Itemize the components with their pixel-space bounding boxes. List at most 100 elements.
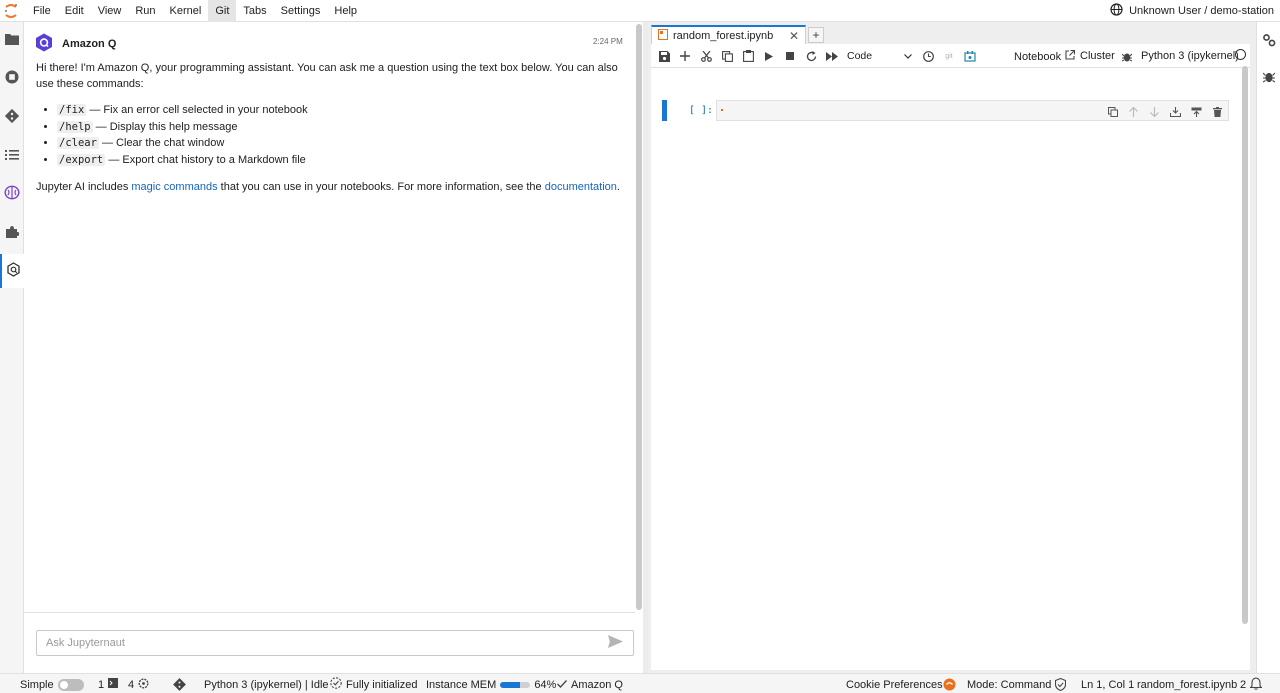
menu-run[interactable]: Run [128,0,162,22]
clock-icon[interactable] [920,48,936,64]
save-icon[interactable] [656,48,672,64]
new-tab-button[interactable]: + [808,27,824,43]
chat-panel: Amazon Q 2:24 PM Hi there! I'm Amazon Q,… [24,22,635,673]
menu-tabs[interactable]: Tabs [236,0,273,22]
magic-commands-link[interactable]: magic commands [131,181,217,193]
list-icon [5,149,19,164]
amazon-q-tab[interactable] [0,254,24,288]
simple-mode-toggle[interactable]: Simple [20,678,84,691]
footer-mid: that you can use in your notebooks. For … [217,181,545,193]
tab-random-forest[interactable]: random_forest.ipynb ✕ [651,25,806,45]
notebook-area: random_forest.ipynb ✕ + Code git Noteboo… [648,22,1280,673]
debugger-tab[interactable] [1261,70,1277,86]
chat-message-header: Amazon Q [35,33,116,55]
notif-count: 2 [1240,678,1247,691]
code-cell[interactable]: [ ]: [651,77,1250,121]
extension-manager-tab[interactable] [0,216,24,250]
notebook-trust-icon[interactable] [943,678,956,691]
amazon-q-status[interactable]: Amazon Q [557,678,623,691]
copy-icon[interactable] [719,48,735,64]
cell-type-select[interactable]: Code [847,48,912,64]
command-item: /export — Export chat history to a Markd… [57,152,626,169]
kernel-name-button[interactable]: Python 3 (ipykernel) [1141,50,1239,62]
menu-file[interactable]: File [26,0,58,22]
kernels-count: 4 [128,678,135,691]
file-browser-tab[interactable] [0,23,24,57]
puzzle-icon [5,225,20,242]
amazon-q-icon [6,262,21,280]
gears-icon [1262,33,1276,50]
notebook-body: Code git Notebook Cluster Python 3 (ipyk… [651,44,1250,670]
command-name: /clear [57,137,99,149]
documentation-link[interactable]: documentation [545,181,617,193]
chat-message-body: Hi there! I'm Amazon Q, your programming… [36,60,626,195]
toggle-switch[interactable] [57,678,84,691]
terminals-indicator[interactable]: 1 [98,678,119,691]
notebook-link[interactable]: Notebook [1014,49,1076,63]
command-desc: — Export chat history to a Markdown file [108,153,306,166]
memory-bar [500,681,531,688]
cookie-preferences-link[interactable]: Cookie Preferences [846,678,943,691]
run-icon[interactable] [761,48,777,64]
cluster-button[interactable]: Cluster [1080,50,1115,62]
kernel-status-icon [1235,49,1246,60]
send-icon[interactable] [608,635,624,651]
paste-icon[interactable] [740,48,756,64]
chat-input[interactable] [36,630,634,656]
git-tab[interactable] [0,100,24,134]
command-name: /fix [57,104,87,116]
kernel-status[interactable]: Python 3 (ipykernel) | Idle [204,678,329,691]
cell-type-value: Code [847,50,873,62]
cell-collapser[interactable] [662,100,667,121]
restart-icon[interactable] [803,48,819,64]
menu-bar: File Edit View Run Kernel Git Tabs Setti… [0,0,1280,22]
stop-icon[interactable] [782,48,798,64]
git-diff-label[interactable]: git [941,48,957,64]
insert-above-icon[interactable] [1169,105,1182,118]
menu-view[interactable]: View [91,0,129,22]
duplicate-cell-icon[interactable] [1106,105,1119,118]
command-item: /help — Display this help message [57,119,626,136]
left-sidebar [0,22,24,673]
terminal-icon [108,678,119,691]
user-label: Unknown User / demo-station [1129,5,1274,17]
fast-forward-icon[interactable] [824,48,840,64]
check-dashed-icon [330,677,342,692]
cell-editor[interactable] [716,100,1229,121]
brain-icon [4,185,20,203]
right-sidebar [1256,22,1280,673]
chat-scrollbar[interactable] [636,24,642,610]
cursor-position[interactable]: Ln 1, Col 1 [1081,678,1134,691]
notifications-button[interactable]: 2 [1240,676,1263,691]
running-tab[interactable] [0,61,24,95]
current-filename: random_forest.ipynb [1137,678,1238,691]
diff-icon[interactable] [962,48,978,64]
add-cell-icon[interactable] [677,48,693,64]
close-tab-icon[interactable]: ✕ [789,29,799,43]
notebook-scrollbar[interactable] [1242,66,1248,624]
menu-git[interactable]: Git [208,0,237,22]
menu-edit[interactable]: Edit [58,0,91,22]
git-status-icon[interactable] [173,678,186,691]
user-menu[interactable]: Unknown User / demo-station [1110,0,1274,22]
menu-kernel[interactable]: Kernel [163,0,209,22]
toc-tab[interactable] [0,139,24,173]
cursor-mark [721,109,723,111]
arrow-up-icon[interactable] [1127,105,1140,118]
shield-check-icon[interactable] [1055,678,1066,691]
command-name: /help [57,120,93,133]
jupyter-ai-tab[interactable] [0,177,24,211]
menu-settings[interactable]: Settings [274,0,328,22]
arrow-down-icon[interactable] [1148,105,1161,118]
menu-help[interactable]: Help [327,0,364,22]
bug-icon[interactable] [1119,48,1135,64]
property-inspector-tab[interactable] [1261,33,1277,49]
insert-below-icon[interactable] [1190,105,1203,118]
notebook-label: Notebook [1014,50,1062,63]
cut-icon[interactable] [698,48,714,64]
command-desc: — Clear the chat window [102,137,225,149]
lsp-status[interactable]: Fully initialized [330,677,418,692]
globe-icon [1110,3,1123,19]
kernels-indicator[interactable]: 4 [128,677,149,691]
delete-cell-icon[interactable] [1211,105,1224,118]
